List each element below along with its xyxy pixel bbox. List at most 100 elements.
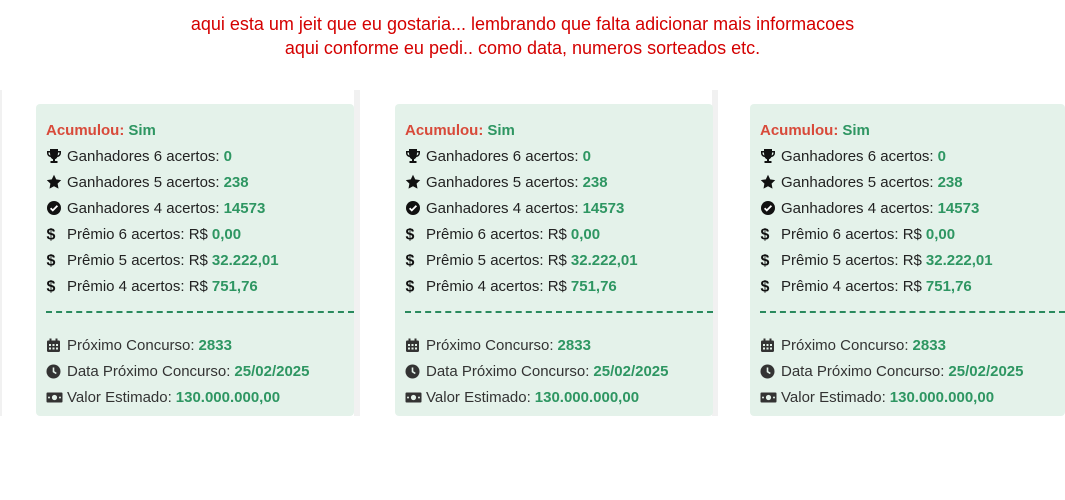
check-circle-icon (46, 200, 63, 217)
next-label: Próximo Concurso: (67, 336, 195, 354)
acumulou-value: Sim (842, 121, 870, 139)
next-value: 25/02/2025 (234, 362, 310, 380)
stat-label: Ganhadores 4 acertos: (67, 199, 220, 217)
next-label: Data Próximo Concurso: (781, 362, 945, 380)
stat-value: 238 (223, 173, 249, 191)
stat-value: 0,00 (570, 225, 601, 243)
calendar-icon (760, 337, 777, 354)
next-contest-row: Próximo Concurso: 2833 (760, 334, 946, 356)
next-value: 2833 (557, 336, 591, 354)
stat-label: Prêmio 4 acertos: R$ (781, 277, 922, 295)
stat-label: Prêmio 4 acertos: R$ (426, 277, 567, 295)
star-icon (760, 174, 777, 191)
annotation-note: aqui esta um jeit que eu gostaria... lem… (0, 12, 1045, 60)
stat-label: Prêmio 6 acertos: R$ (781, 225, 922, 243)
dollar-icon: $ (760, 252, 777, 269)
stat-value: 32.222,01 (570, 251, 638, 269)
note-line-1: aqui esta um jeit que eu gostaria... lem… (190, 14, 855, 34)
trophy-icon (46, 148, 63, 165)
stat-row: Ganhadores 6 acertos: 0 (760, 145, 946, 167)
acumulou-label: Acumulou: (46, 121, 125, 139)
clock-icon (760, 363, 777, 380)
stat-row: Ganhadores 5 acertos: 238 (46, 171, 249, 193)
svg-text:$: $ (47, 279, 56, 295)
next-contest-row: Valor Estimado: 130.000.000,00 (760, 386, 994, 408)
trophy-icon (405, 148, 422, 165)
stat-value: 14573 (937, 199, 980, 217)
stat-label: Prêmio 6 acertos: R$ (426, 225, 567, 243)
svg-text:$: $ (761, 253, 770, 269)
dollar-icon: $ (405, 226, 422, 243)
next-contest-row: Data Próximo Concurso: 25/02/2025 (760, 360, 1023, 382)
stat-label: Ganhadores 4 acertos: (426, 199, 579, 217)
acumulou-value: Sim (128, 121, 156, 139)
acumulou-label: Acumulou: (405, 121, 484, 139)
stat-row: $ Prêmio 6 acertos: R$ 0,00 (405, 223, 601, 245)
dollar-icon: $ (405, 278, 422, 295)
stat-row: $ Prêmio 4 acertos: R$ 751,76 (760, 275, 972, 297)
acumulou-label: Acumulou: (760, 121, 839, 139)
stat-value: 751,76 (925, 277, 972, 295)
stat-value: 751,76 (211, 277, 258, 295)
dollar-icon: $ (46, 252, 63, 269)
svg-text:$: $ (47, 227, 56, 243)
next-value: 25/02/2025 (593, 362, 669, 380)
star-icon (46, 174, 63, 191)
stat-label: Prêmio 6 acertos: R$ (67, 225, 208, 243)
dashed-divider (405, 311, 713, 313)
next-value: 130.000.000,00 (534, 388, 640, 406)
next-label: Próximo Concurso: (781, 336, 909, 354)
stat-label: Ganhadores 5 acertos: (781, 173, 934, 191)
next-label: Valor Estimado: (426, 388, 531, 406)
dollar-icon: $ (760, 226, 777, 243)
stat-label: Ganhadores 5 acertos: (426, 173, 579, 191)
svg-text:$: $ (406, 227, 415, 243)
stat-row: Ganhadores 6 acertos: 0 (46, 145, 232, 167)
svg-text:$: $ (406, 253, 415, 269)
next-contest-row: Data Próximo Concurso: 25/02/2025 (46, 360, 309, 382)
svg-text:$: $ (406, 279, 415, 295)
stat-row: $ Prêmio 6 acertos: R$ 0,00 (46, 223, 242, 245)
next-value: 130.000.000,00 (889, 388, 995, 406)
stat-value: 14573 (582, 199, 625, 217)
stat-row: $ Prêmio 5 acertos: R$ 32.222,01 (405, 249, 638, 271)
stat-value: 0,00 (925, 225, 956, 243)
stat-row: Ganhadores 4 acertos: 14573 (46, 197, 265, 219)
acumulou-value: Sim (487, 121, 515, 139)
acumulou-row: Acumulou: Sim (405, 119, 515, 141)
acumulou-row: Acumulou: Sim (46, 119, 156, 141)
svg-text:$: $ (761, 227, 770, 243)
stat-label: Prêmio 5 acertos: R$ (781, 251, 922, 269)
next-label: Valor Estimado: (67, 388, 172, 406)
dollar-icon: $ (405, 252, 422, 269)
stat-label: Ganhadores 6 acertos: (67, 147, 220, 165)
stat-value: 238 (937, 173, 963, 191)
dashed-divider (760, 311, 1065, 313)
stat-row: Ganhadores 6 acertos: 0 (405, 145, 591, 167)
next-value: 2833 (198, 336, 232, 354)
next-contest-row: Data Próximo Concurso: 25/02/2025 (405, 360, 668, 382)
svg-text:$: $ (761, 279, 770, 295)
dollar-icon: $ (760, 278, 777, 295)
next-label: Próximo Concurso: (426, 336, 554, 354)
stat-value: 238 (582, 173, 608, 191)
next-value: 130.000.000,00 (175, 388, 281, 406)
money-bill-icon (46, 389, 63, 406)
money-bill-icon (405, 389, 422, 406)
stat-label: Ganhadores 5 acertos: (67, 173, 220, 191)
note-line-2: aqui conforme eu pedi.. como data, numer… (284, 38, 761, 58)
stat-row: Ganhadores 5 acertos: 238 (405, 171, 608, 193)
stat-value: 14573 (223, 199, 266, 217)
dollar-icon: $ (46, 278, 63, 295)
calendar-icon (405, 337, 422, 354)
stat-value: 0 (937, 147, 946, 165)
next-contest-row: Próximo Concurso: 2833 (46, 334, 232, 356)
next-label: Data Próximo Concurso: (426, 362, 590, 380)
clock-icon (46, 363, 63, 380)
result-card-3: Acumulou: Sim Ganhadores 6 acertos: 0 Ganhad… (750, 104, 1065, 416)
stat-row: Ganhadores 5 acertos: 238 (760, 171, 963, 193)
next-label: Data Próximo Concurso: (67, 362, 231, 380)
result-card-1: Acumulou: Sim Ganhadores 6 acertos: 0 Ganhad… (36, 104, 354, 416)
money-bill-icon (760, 389, 777, 406)
stat-label: Ganhadores 6 acertos: (781, 147, 934, 165)
